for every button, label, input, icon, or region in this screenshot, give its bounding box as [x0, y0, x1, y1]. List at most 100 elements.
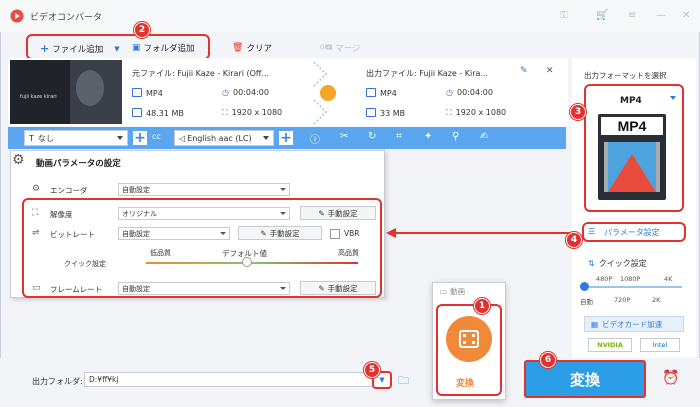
- tick-480p: 480P: [596, 275, 613, 283]
- pencil-icon: ✎: [260, 228, 267, 238]
- pointer-arrow: [386, 228, 578, 238]
- open-folder-icon[interactable]: 🗀: [398, 372, 409, 391]
- app-logo-icon: [10, 9, 24, 23]
- mp4-format-icon[interactable]: MP4: [598, 114, 666, 202]
- menu-icon[interactable]: ≡: [628, 10, 636, 21]
- source-size: 48.31 MB: [132, 108, 184, 118]
- add-folder-label: フォルダ追加: [143, 44, 195, 54]
- source-resolution: ⛶ 1920 x 1080: [222, 108, 283, 117]
- popup-convert-label[interactable]: 変換: [456, 376, 474, 389]
- scissors-icon[interactable]: ✂: [340, 131, 348, 142]
- high-quality-label: 高品質: [338, 249, 359, 257]
- resolution-manual-button[interactable]: ✎ 手動設定: [300, 206, 376, 220]
- add-file-button[interactable]: + ファイル追加 ▼: [40, 42, 120, 55]
- tick-2k: 2K: [652, 296, 661, 304]
- output-folder-input[interactable]: D:¥ff¥kj: [84, 372, 380, 387]
- app-title: ビデオコンバータ: [30, 13, 103, 23]
- output-size: 33 MB: [366, 108, 405, 118]
- size-icon: [132, 108, 142, 117]
- encoder-select[interactable]: 自動設定: [118, 183, 290, 196]
- format-dropdown-icon[interactable]: [670, 96, 676, 100]
- resolution-icon: ⛶: [32, 208, 39, 218]
- popup-video-tab[interactable]: ▭ 動画: [440, 286, 465, 297]
- resolution-icon: ⛶: [222, 108, 228, 117]
- format-icon: [132, 88, 142, 97]
- marker-4: 4: [566, 232, 582, 248]
- crop-icon[interactable]: ⌗: [396, 131, 402, 142]
- audio-track-select[interactable]: ◁ English aac (LC): [174, 130, 274, 146]
- vbr-checkbox[interactable]: [330, 229, 340, 239]
- add-folder-button[interactable]: ▣ フォルダ追加: [132, 42, 195, 54]
- merge-label: マージ: [335, 44, 361, 54]
- plus-icon: +: [40, 42, 50, 55]
- trash-icon: 🗑: [232, 43, 244, 53]
- nvidia-badge: NVIDIA: [588, 338, 632, 352]
- source-duration: ◷ 00:04:00: [222, 88, 269, 97]
- quick-slider-track[interactable]: [584, 286, 682, 288]
- quick-settings-label: クイック設定: [64, 260, 106, 268]
- format-icon: [366, 88, 376, 97]
- add-audio-button[interactable]: +: [278, 130, 294, 146]
- framerate-select[interactable]: 自動設定: [118, 282, 290, 295]
- output-resolution: ⛶ 1920 x 1080: [446, 108, 507, 117]
- text-icon: T: [29, 133, 34, 143]
- gpu-chip-icon: ▦: [591, 319, 599, 329]
- quality-slider-track[interactable]: [146, 262, 358, 264]
- clock-icon: ◷: [222, 88, 229, 97]
- resolution-icon: ⛶: [446, 108, 452, 117]
- gpu-label: GPU: [320, 44, 333, 51]
- cart-icon[interactable]: 🛒: [596, 10, 608, 21]
- pencil-icon: ✎: [318, 283, 325, 293]
- chevron-down-icon[interactable]: ▼: [114, 45, 119, 53]
- cc-icon[interactable]: cc: [152, 132, 161, 141]
- settings-gear-icon: ⚙: [12, 152, 25, 168]
- effect-wand-icon[interactable]: ✦: [424, 131, 432, 142]
- subtitle-edit-icon[interactable]: ✍: [480, 131, 488, 142]
- output-folder-label: 出力フォルダ:: [32, 377, 83, 386]
- bitrate-select[interactable]: 自動設定: [118, 227, 230, 240]
- param-settings-button[interactable]: パラメータ設定: [604, 227, 660, 238]
- rotate-icon[interactable]: ↻: [368, 131, 376, 142]
- output-duration: ◷ 00:04:00: [446, 88, 493, 97]
- svg-text:MP4: MP4: [618, 118, 647, 134]
- size-icon: [366, 108, 376, 117]
- video-thumbnail[interactable]: fujii kaze kirari: [10, 60, 122, 124]
- alarm-clock-icon[interactable]: ⏰: [662, 370, 679, 386]
- bitrate-manual-button[interactable]: ✎ 手動設定: [238, 226, 322, 240]
- add-file-label: ファイル追加: [52, 44, 104, 55]
- popup-convert-icon[interactable]: [446, 316, 492, 362]
- video-tab-icon: ▭: [440, 287, 448, 296]
- add-subtitle-button[interactable]: +: [132, 130, 148, 146]
- framerate-manual-button[interactable]: ✎ 手動設定: [300, 281, 376, 295]
- marker-1: 1: [474, 298, 490, 314]
- clock-icon: ◷: [446, 88, 453, 97]
- marker-3: 3: [570, 104, 586, 120]
- hw-accel-button[interactable]: ▦ ビデオカード加速: [584, 316, 684, 332]
- bitrate-label: ビットレート: [50, 230, 95, 239]
- minimize-icon[interactable]: —: [656, 10, 666, 21]
- subtitle-select[interactable]: T なし: [24, 130, 128, 146]
- pencil-icon: ✎: [318, 208, 325, 218]
- sliders-icon: ☰: [588, 227, 596, 236]
- key-icon[interactable]: ⚿: [560, 10, 568, 21]
- edit-pencil-icon[interactable]: ✎: [520, 66, 528, 76]
- quick-settings-title: ⇅ クイック設定: [588, 259, 647, 268]
- tick-720p: 720P: [614, 296, 631, 304]
- sliders-icon: ⇅: [588, 259, 595, 268]
- close-icon[interactable]: ✕: [682, 10, 690, 21]
- clear-label: クリア: [246, 44, 272, 54]
- thumbnail-caption: fujii kaze kirari: [20, 94, 57, 100]
- resolution-select[interactable]: オリジナル: [118, 207, 290, 220]
- folder-icon: ▣: [132, 43, 141, 53]
- watermark-icon[interactable]: ⚲: [452, 131, 459, 142]
- quality-slider-handle[interactable]: [242, 257, 252, 267]
- resolution-label: 解像度: [50, 210, 73, 219]
- clear-button[interactable]: 🗑 クリア: [232, 42, 272, 54]
- tick-1080p: 1080P: [620, 275, 641, 283]
- low-quality-label: 低品質: [150, 249, 171, 257]
- info-icon[interactable]: ⓘ: [310, 131, 320, 146]
- close-file-icon[interactable]: ✕: [546, 66, 554, 76]
- title-bar: [0, 0, 700, 32]
- framerate-label: フレームレート: [50, 285, 103, 294]
- quick-slider-handle[interactable]: [580, 282, 589, 291]
